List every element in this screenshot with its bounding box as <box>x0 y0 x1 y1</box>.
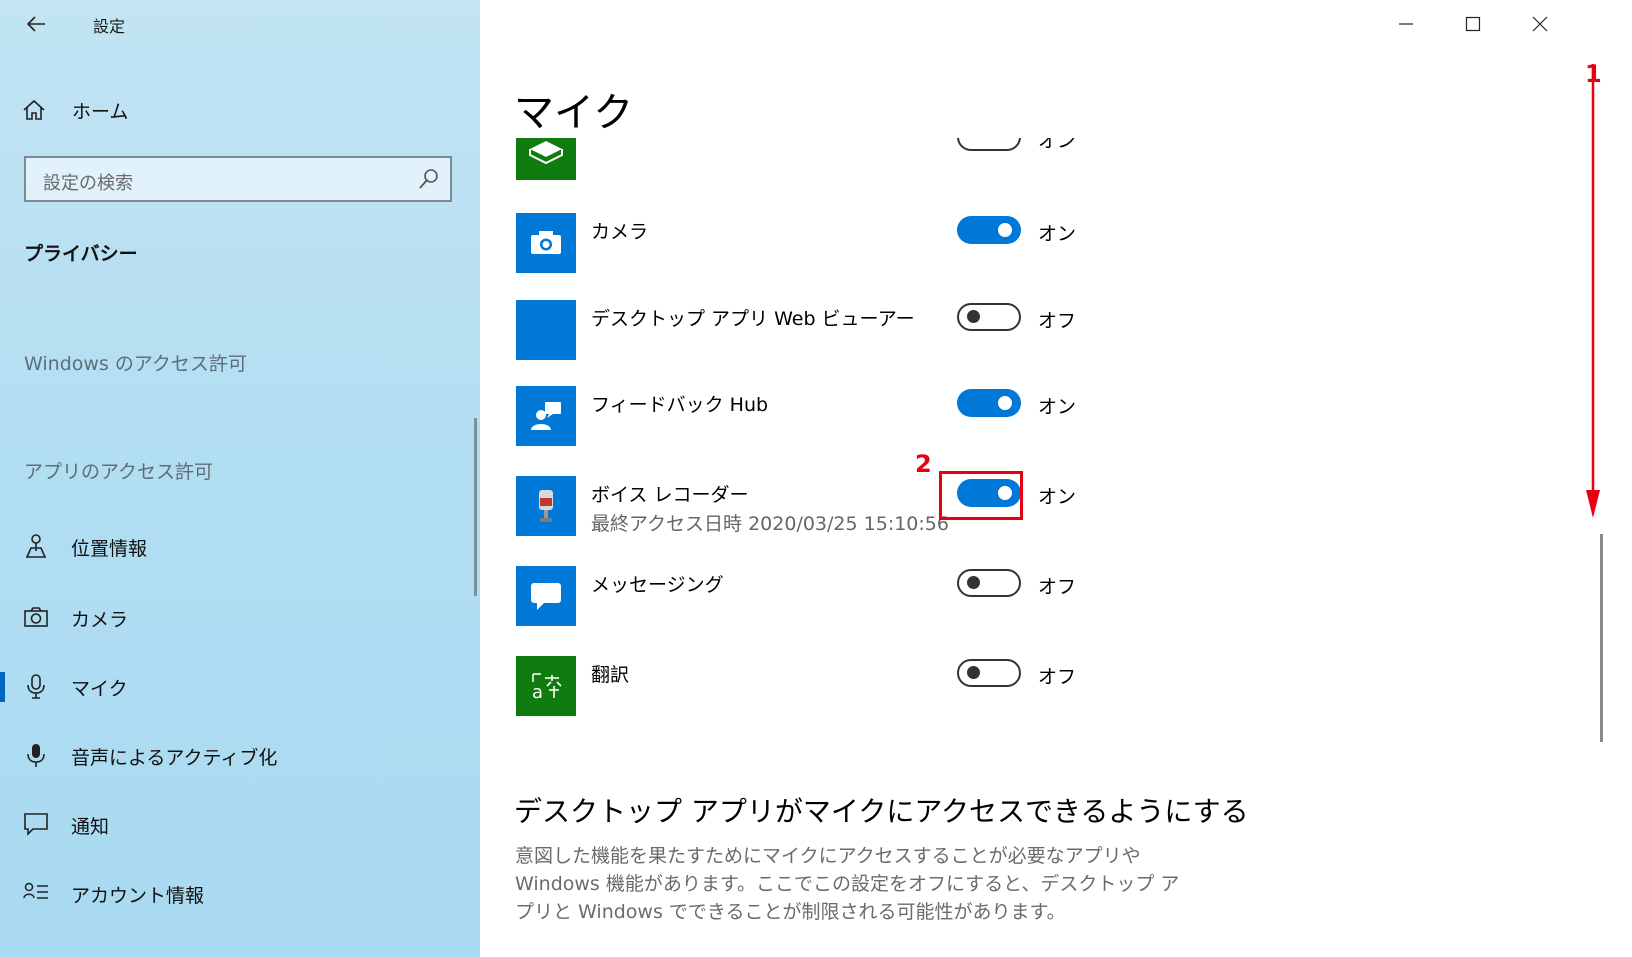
group-header-apps: アプリのアクセス許可 <box>24 461 214 483</box>
app-row-voice-recorder: ボイス レコーダー 最終アクセス日時 2020/03/25 15:10:56 オ… <box>516 476 1216 536</box>
step2-label: 2 <box>915 450 932 478</box>
maximize-icon <box>1465 16 1481 32</box>
desktop-apps-description: 意図した機能を果たすためにマイクにアクセスすることが必要なアプリや Window… <box>515 845 1180 923</box>
translator-toggle[interactable] <box>957 659 1021 687</box>
sidebar-item-account-info[interactable]: アカウント情報 <box>0 871 480 915</box>
app-name: メッセージング <box>591 574 724 596</box>
camera-toggle[interactable] <box>957 216 1021 244</box>
web-viewer-icon <box>516 300 576 360</box>
sidebar-item-camera[interactable]: カメラ <box>0 595 480 639</box>
account-info-icon <box>22 879 50 907</box>
search-box[interactable]: 設定の検索 <box>24 156 452 202</box>
app-state: オン <box>1038 223 1077 245</box>
app-title: 設定 <box>93 17 126 36</box>
microphone-icon <box>22 672 50 700</box>
sidebar-item-voice-activation[interactable]: 音声によるアクティブ化 <box>0 733 480 777</box>
svg-text:a: a <box>532 682 543 702</box>
toggle-knob <box>967 310 980 323</box>
scroll-down-arrow-icon <box>1586 64 1600 518</box>
app-name: ボイス レコーダー <box>591 484 749 506</box>
search-input[interactable]: 設定の検索 <box>43 169 133 195</box>
clipped-app-row: オン <box>516 138 1216 180</box>
messaging-toggle[interactable] <box>957 569 1021 597</box>
sidebar-item-label: 通知 <box>71 816 110 838</box>
app-toggle[interactable] <box>957 138 1021 151</box>
location-icon <box>22 532 50 560</box>
app-state: オン <box>1038 138 1077 152</box>
camera-app-icon <box>516 213 576 273</box>
search-icon[interactable] <box>418 168 440 194</box>
close-icon <box>1532 16 1548 32</box>
sidebar-scrollbar[interactable] <box>474 418 477 596</box>
back-arrow-icon <box>26 16 45 32</box>
home-label: ホーム <box>72 100 129 123</box>
sidebar-item-label: 音声によるアクティブ化 <box>71 747 278 769</box>
messaging-icon <box>516 566 576 626</box>
sidebar-item-home[interactable]: ホーム <box>22 92 128 128</box>
notification-icon <box>22 810 50 838</box>
feedback-hub-icon <box>516 386 576 446</box>
sidebar-titlebar: 設定 <box>0 0 480 48</box>
back-button[interactable] <box>18 8 54 40</box>
sidebar-item-notifications[interactable]: 通知 <box>0 802 480 846</box>
app-row-messaging: メッセージング オフ <box>516 566 1216 626</box>
sidebar-item-location[interactable]: 位置情報 <box>0 524 480 568</box>
page-title: マイク <box>514 90 634 136</box>
app-state: オフ <box>1038 666 1077 688</box>
main-content: マイク オン カメラ オン デスクトップ アプリ Web ビューアー オフ フィ… <box>480 0 1632 957</box>
toggle-knob <box>998 223 1012 237</box>
app-name: カメラ <box>591 221 649 243</box>
toggle-knob <box>998 396 1012 410</box>
app-row-feedback-hub: フィードバック Hub オン <box>516 386 1216 446</box>
app-state: オフ <box>1038 576 1077 598</box>
app-row-camera: カメラ オン <box>516 213 1216 273</box>
voice-activation-icon <box>22 741 50 769</box>
sidebar-item-label: 位置情報 <box>71 538 148 560</box>
minimize-icon <box>1399 23 1413 25</box>
close-button[interactable] <box>1505 0 1575 48</box>
feedback-hub-toggle[interactable] <box>957 389 1021 417</box>
app-name: フィードバック Hub <box>591 394 769 416</box>
desktop-apps-section-title: デスクトップ アプリがマイクにアクセスできるようにする <box>514 795 1249 828</box>
sidebar-item-label: カメラ <box>71 609 129 631</box>
app-state: オン <box>1038 486 1077 508</box>
app-row-web-viewer: デスクトップ アプリ Web ビューアー オフ <box>516 300 1216 360</box>
app-state: オフ <box>1038 310 1077 332</box>
sidebar-item-label: マイク <box>71 678 128 700</box>
app-name: デスクトップ アプリ Web ビューアー <box>591 308 915 330</box>
app-state: オン <box>1038 396 1077 418</box>
app-name: 翻訳 <box>591 664 630 686</box>
voice-recorder-icon <box>516 476 576 536</box>
maximize-button[interactable] <box>1438 0 1508 48</box>
translator-icon: a <box>516 656 576 716</box>
app-row: オン <box>516 138 1216 180</box>
section-title-privacy: プライバシー <box>24 243 138 265</box>
minimize-button[interactable] <box>1371 0 1441 48</box>
toggle-knob <box>967 666 980 679</box>
step2-highlight-box <box>939 471 1023 520</box>
settings-sidebar: 設定 ホーム 設定の検索 プライバシー Windows のアクセス許可 アプリの… <box>0 0 480 957</box>
camera-icon <box>22 603 50 631</box>
group-header-windows: Windows のアクセス許可 <box>24 353 247 375</box>
home-icon <box>22 99 50 121</box>
last-access-time: 最終アクセス日時 2020/03/25 15:10:56 <box>591 513 949 535</box>
web-viewer-toggle[interactable] <box>957 303 1021 331</box>
app-row-translator: a 翻訳 オフ <box>516 656 1216 716</box>
main-scrollbar[interactable] <box>1600 534 1603 742</box>
sidebar-item-label: アカウント情報 <box>71 885 205 907</box>
sidebar-item-microphone[interactable]: マイク <box>0 664 480 708</box>
toggle-knob <box>967 576 980 589</box>
clipped-app-icon <box>516 138 576 180</box>
